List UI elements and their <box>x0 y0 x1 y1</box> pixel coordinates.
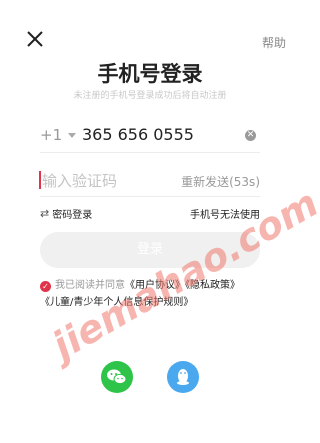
qq-login-button[interactable] <box>167 361 199 393</box>
divider <box>40 196 260 197</box>
chevron-down-icon <box>68 132 77 138</box>
phone-input[interactable]: 365 656 0555 <box>82 125 194 144</box>
text-cursor <box>39 171 41 189</box>
code-input[interactable]: 输入验证码 <box>42 170 117 191</box>
page-title: 手机号登录 <box>97 62 203 86</box>
resend-code-button[interactable]: 重新发送(53s) <box>181 173 260 190</box>
divider <box>40 152 260 153</box>
password-login-link[interactable]: ⇄ 密码登录 <box>40 206 92 221</box>
page-subtitle: 未注册的手机号登录成功后将自动注册 <box>73 91 227 101</box>
wechat-icon <box>107 369 127 385</box>
country-code-value: +1 <box>40 126 63 144</box>
swap-icon: ⇄ <box>40 207 50 220</box>
qq-penguin-icon <box>177 369 189 385</box>
password-login-label: 密码登录 <box>52 210 93 221</box>
close-icon[interactable] <box>24 28 46 50</box>
help-link[interactable]: 帮助 <box>262 34 286 51</box>
clear-icon[interactable]: ✕ <box>245 130 256 141</box>
country-code-selector[interactable]: +1 <box>40 126 77 144</box>
wechat-login-button[interactable] <box>101 361 133 393</box>
agree-checkbox[interactable]: ✓ <box>40 281 51 292</box>
